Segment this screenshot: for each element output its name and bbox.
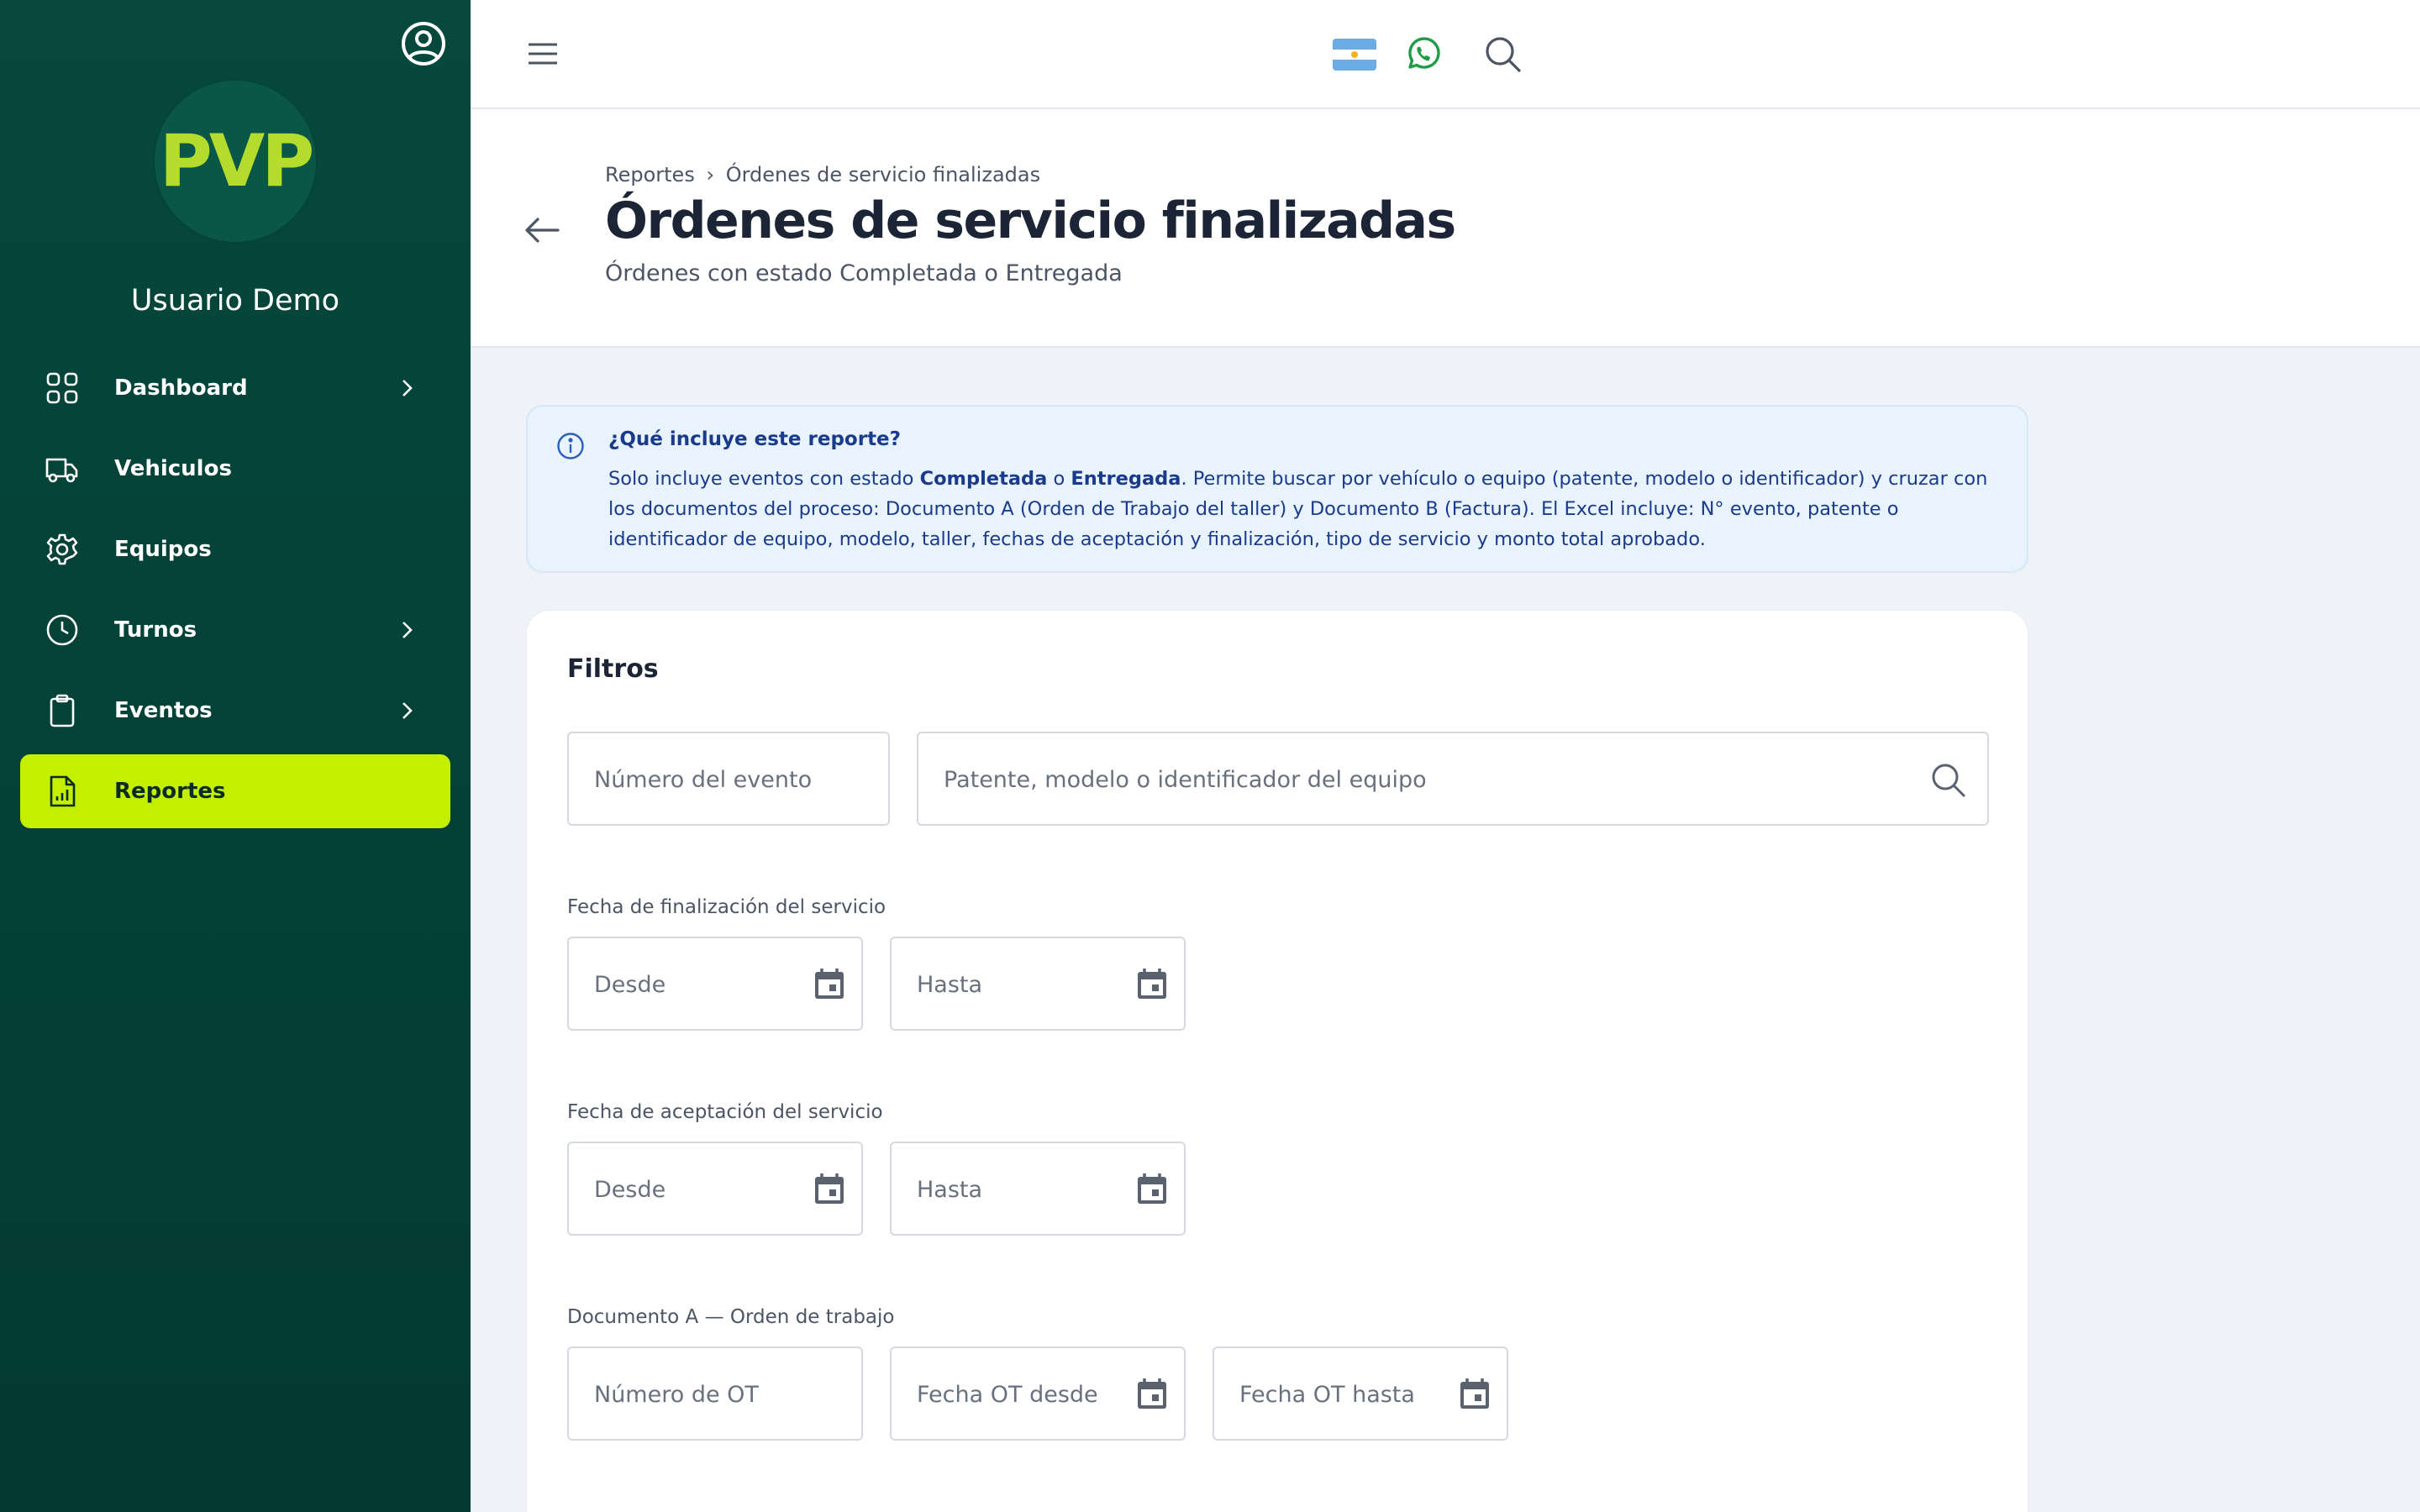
calendar-icon[interactable]: [813, 967, 846, 1000]
calendar-icon[interactable]: [1135, 1172, 1169, 1205]
sidebar: PVP Usuario Demo Dashboard Vehiculos Equ…: [0, 0, 471, 1512]
search-icon[interactable]: [1484, 35, 1523, 74]
completion-date-to-input[interactable]: Hasta: [890, 937, 1186, 1031]
report-icon: [45, 774, 79, 808]
breadcrumb-reportes[interactable]: Reportes: [605, 163, 695, 186]
sidebar-item-label: Eventos: [114, 698, 213, 723]
info-title: ¿Qué incluye este reporte?: [608, 428, 901, 450]
info-body: Solo incluye eventos con estado Completa…: [608, 464, 2003, 554]
sidebar-item-eventos[interactable]: Eventos: [20, 674, 450, 748]
filters-title: Filtros: [567, 654, 659, 684]
ot-number-placeholder: Número de OT: [594, 1382, 759, 1408]
event-number-input[interactable]: Número del evento: [567, 732, 890, 826]
brand-logo: PVP: [155, 81, 316, 242]
logo-text: PVP: [159, 119, 315, 203]
date-to-placeholder: Hasta: [917, 1177, 983, 1203]
grid-icon: [45, 371, 79, 405]
breadcrumb-separator: ›: [706, 163, 715, 186]
ot-date-to-placeholder: Fecha OT hasta: [1239, 1382, 1415, 1408]
sidebar-item-reportes[interactable]: Reportes: [20, 754, 450, 828]
clipboard-icon: [45, 694, 79, 727]
topbar: [471, 0, 2420, 109]
ot-number-input[interactable]: Número de OT: [567, 1347, 863, 1441]
back-arrow-icon[interactable]: [523, 210, 563, 250]
page-title: Órdenes de servicio finalizadas: [605, 192, 1456, 250]
filters-card: Filtros Número del evento Patente, model…: [526, 610, 2028, 1512]
completion-date-label: Fecha de finalización del servicio: [567, 896, 886, 918]
menu-icon[interactable]: [526, 37, 560, 71]
chevron-right-icon: [395, 699, 418, 722]
info-body-pre: Solo incluye eventos con estado: [608, 468, 920, 490]
sidebar-item-vehiculos[interactable]: Vehiculos: [20, 432, 450, 506]
sidebar-item-label: Vehiculos: [114, 456, 232, 481]
breadcrumb-current: Órdenes de servicio finalizadas: [725, 163, 1041, 186]
chevron-right-icon: [395, 376, 418, 400]
page-subtitle: Órdenes con estado Completada o Entregad…: [605, 260, 1123, 286]
sidebar-item-label: Equipos: [114, 537, 212, 562]
user-account-icon[interactable]: [398, 18, 449, 69]
equipment-search-placeholder: Patente, modelo o identificador del equi…: [944, 767, 1427, 793]
event-number-placeholder: Número del evento: [594, 767, 813, 793]
equipment-search-input[interactable]: Patente, modelo o identificador del equi…: [917, 732, 1989, 826]
calendar-icon[interactable]: [1458, 1377, 1491, 1410]
info-status-completada: Completada: [919, 468, 1048, 490]
chevron-right-icon: [395, 618, 418, 642]
sidebar-item-turnos[interactable]: Turnos: [20, 593, 450, 667]
calendar-icon[interactable]: [1135, 967, 1169, 1000]
argentina-flag-icon[interactable]: [1333, 39, 1376, 71]
report-info-box: ¿Qué incluye este reporte? Solo incluye …: [526, 405, 2028, 573]
ot-date-to-input[interactable]: Fecha OT hasta: [1213, 1347, 1508, 1441]
sidebar-item-label: Reportes: [114, 779, 226, 804]
page-header: Reportes › Órdenes de servicio finalizad…: [471, 109, 2420, 348]
completion-date-from-input[interactable]: Desde: [567, 937, 863, 1031]
date-from-placeholder: Desde: [594, 1177, 666, 1203]
sidebar-nav: Dashboard Vehiculos Equipos Turnos Event…: [20, 351, 450, 835]
acceptance-date-to-input[interactable]: Hasta: [890, 1142, 1186, 1236]
sidebar-item-equipos[interactable]: Equipos: [20, 512, 450, 586]
search-icon[interactable]: [1930, 762, 1967, 799]
calendar-icon[interactable]: [1135, 1377, 1169, 1410]
ot-date-from-input[interactable]: Fecha OT desde: [890, 1347, 1186, 1441]
clock-icon: [45, 613, 79, 647]
sidebar-item-label: Dashboard: [114, 375, 248, 401]
document-a-label: Documento A — Orden de trabajo: [567, 1306, 895, 1328]
sidebar-item-label: Turnos: [114, 617, 197, 643]
date-to-placeholder: Hasta: [917, 972, 983, 998]
user-name: Usuario Demo: [130, 284, 340, 318]
breadcrumb: Reportes › Órdenes de servicio finalizad…: [605, 163, 1045, 186]
info-body-mid: o: [1047, 468, 1071, 490]
acceptance-date-label: Fecha de aceptación del servicio: [567, 1101, 883, 1123]
whatsapp-icon[interactable]: [1403, 35, 1442, 74]
acceptance-date-from-input[interactable]: Desde: [567, 1142, 863, 1236]
sidebar-item-dashboard[interactable]: Dashboard: [20, 351, 450, 425]
truck-icon: [45, 452, 79, 486]
info-icon: [556, 432, 585, 460]
date-from-placeholder: Desde: [594, 972, 666, 998]
gear-icon: [45, 533, 79, 566]
info-status-entregada: Entregada: [1071, 468, 1181, 490]
calendar-icon[interactable]: [813, 1172, 846, 1205]
ot-date-from-placeholder: Fecha OT desde: [917, 1382, 1098, 1408]
